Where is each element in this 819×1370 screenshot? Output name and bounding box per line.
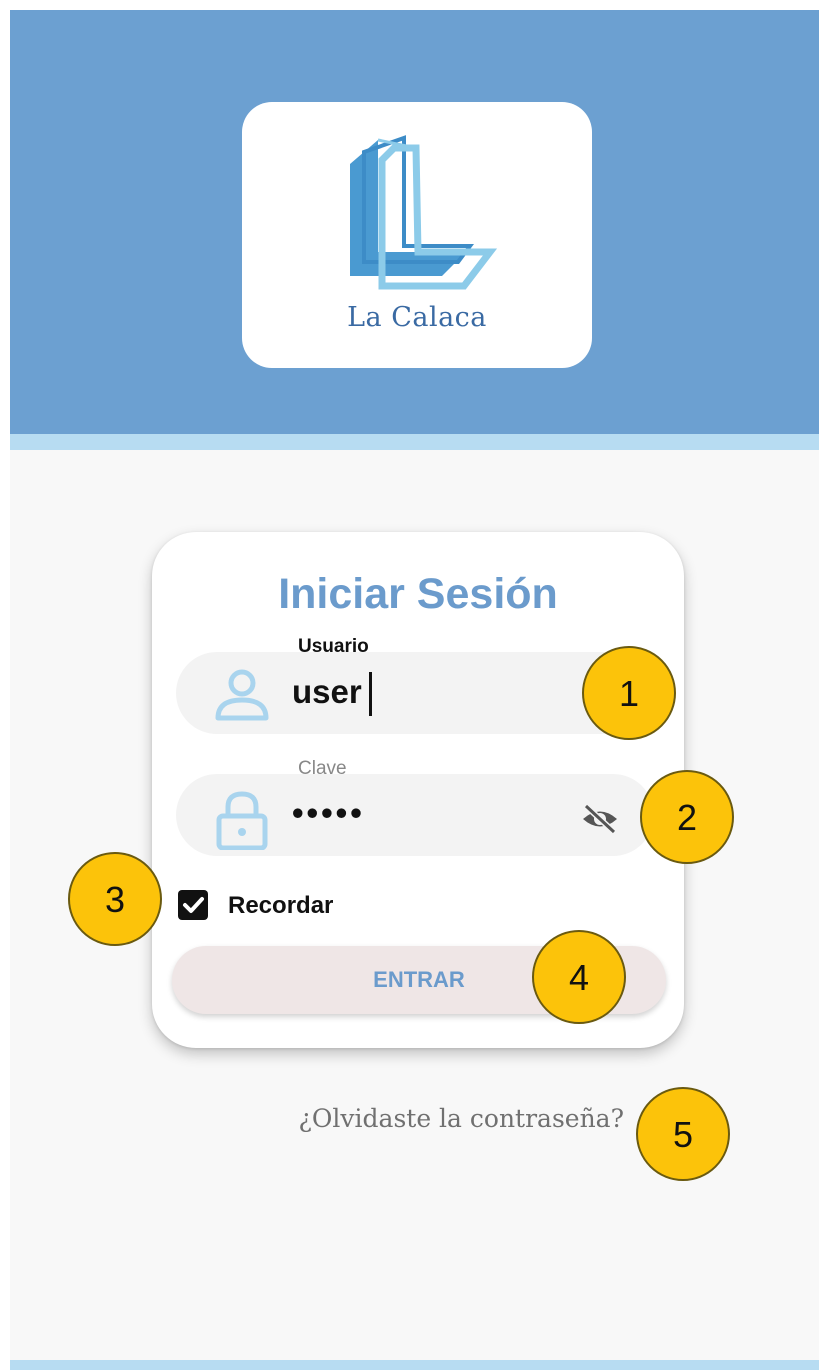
footer-divider <box>10 1360 819 1370</box>
remember-checkbox[interactable] <box>178 890 208 920</box>
callout-badge-5: 5 <box>636 1087 730 1181</box>
logo-card: La Calaca <box>242 102 592 368</box>
logo-text: La Calaca <box>347 302 487 333</box>
password-field[interactable]: ••••• <box>176 774 654 856</box>
callout-badge-2: 2 <box>640 770 734 864</box>
user-icon <box>212 668 272 724</box>
forgot-password-link[interactable]: ¿Olvidaste la contraseña? <box>10 1104 624 1133</box>
remember-label: Recordar <box>228 892 334 919</box>
text-cursor <box>369 672 372 716</box>
lock-icon <box>212 790 272 850</box>
header: La Calaca <box>10 10 819 434</box>
callout-badge-4: 4 <box>532 930 626 1024</box>
callout-badge-3: 3 <box>68 852 162 946</box>
username-input[interactable]: user <box>292 673 362 711</box>
check-icon <box>183 897 204 913</box>
callout-badge-1: 1 <box>582 646 676 740</box>
header-divider <box>10 434 819 450</box>
password-input[interactable]: ••••• <box>292 794 365 832</box>
eye-off-icon[interactable] <box>580 802 620 836</box>
login-title: Iniciar Sesión <box>278 570 558 618</box>
